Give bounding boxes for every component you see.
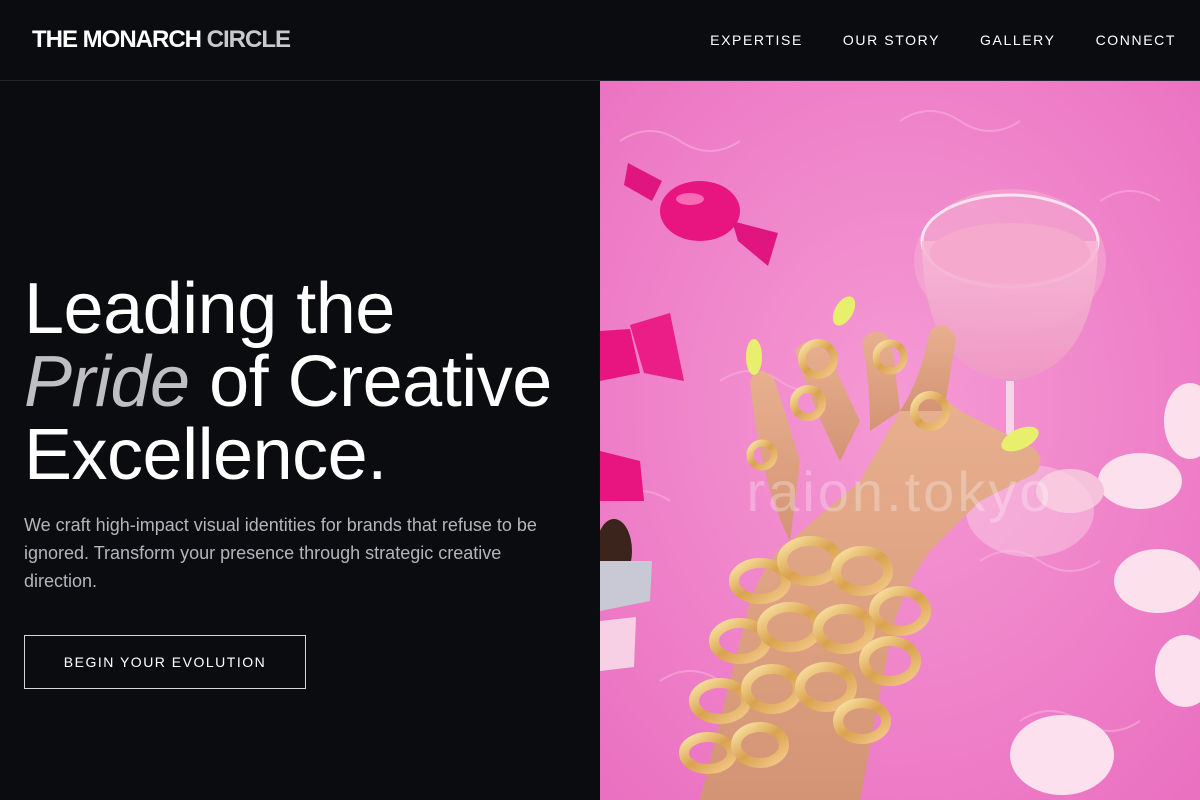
watermark-text: raion.tokyo [747,460,1054,523]
brand-main-text: THE MONARCH [32,26,202,53]
nav-link-connect[interactable]: CONNECT [1096,32,1176,48]
hero-lead-text: We craft high-impact visual identities f… [24,515,537,591]
begin-evolution-button[interactable]: BEGIN YOUR EVOLUTION [24,635,306,689]
headline-line-2: of Creative [189,342,552,422]
nav-link-our-story[interactable]: OUR STORY [843,32,940,48]
hero-content: Leading the Pride of Creative Excellence… [0,81,600,800]
headline-line-1: Leading the [24,269,395,349]
nav-link-expertise[interactable]: EXPERTISE [710,32,803,48]
brand-logo[interactable]: THE MONARCH CIRCLE [32,26,291,54]
hero-photo-illustration: raion.tokyo [600,81,1200,800]
nav-link-gallery[interactable]: GALLERY [980,32,1056,48]
hero-image: raion.tokyo [600,81,1200,800]
main-nav: EXPERTISE OUR STORY GALLERY CONNECT [670,32,1176,48]
hero-headline: Leading the Pride of Creative Excellence… [24,273,552,492]
headline-line-3: Excellence. [24,415,387,495]
headline-emphasis: Pride [24,342,190,422]
brand-accent-text: CIRCLE [206,26,291,53]
site-header: THE MONARCH CIRCLE EXPERTISE OUR STORY G… [0,0,1200,81]
